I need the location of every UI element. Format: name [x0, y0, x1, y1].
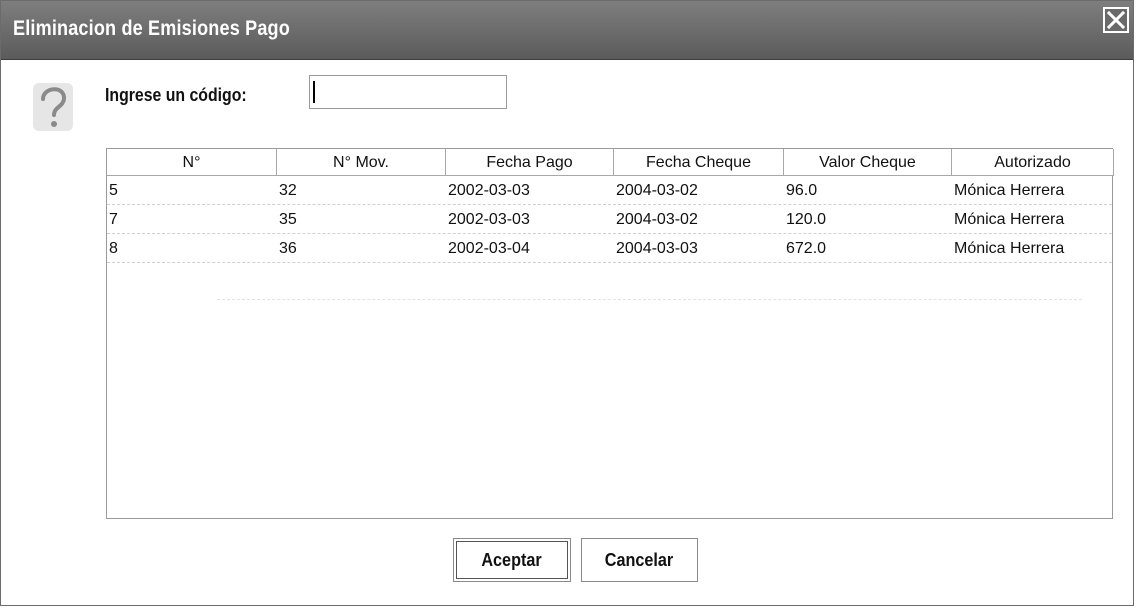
table-row[interactable]: 7 35 2002-03-03 2004-03-02 120.0 Mónica …	[107, 205, 1112, 234]
cell-fecha-cheque: 2004-03-02	[616, 211, 698, 228]
cell-fecha-pago: 2002-03-04	[448, 240, 530, 257]
column-header-valor-cheque[interactable]: Valor Cheque	[784, 149, 952, 176]
emissions-table[interactable]: N° N° Mov. Fecha Pago Fecha Cheque Valor…	[106, 148, 1114, 519]
cell-autorizado: Mónica Herrera	[954, 211, 1065, 228]
window-title: Eliminacion de Emisiones Pago	[13, 17, 290, 40]
cell-valor-cheque: 96.0	[786, 182, 818, 199]
column-header-n-mov[interactable]: N° Mov.	[277, 149, 446, 176]
dialog-window: Eliminacion de Emisiones Pago Ingrese un…	[0, 0, 1134, 606]
code-input[interactable]	[309, 75, 507, 109]
title-bar[interactable]: Eliminacion de Emisiones Pago	[1, 1, 1133, 60]
table-row[interactable]: 8 36 2002-03-04 2004-03-03 672.0 Mónica …	[107, 234, 1112, 263]
table-header: N° N° Mov. Fecha Pago Fecha Cheque Valor…	[107, 149, 1114, 176]
grid-line	[217, 299, 1082, 300]
cell-n: 5	[109, 182, 118, 199]
close-button[interactable]	[1103, 7, 1129, 33]
column-header-fecha-cheque[interactable]: Fecha Cheque	[614, 149, 784, 176]
cell-fecha-pago: 2002-03-03	[448, 211, 530, 228]
text-caret	[313, 81, 315, 103]
cell-valor-cheque: 120.0	[786, 211, 827, 228]
cancel-button[interactable]: Cancelar	[581, 538, 698, 582]
table-row[interactable]: 5 32 2002-03-03 2004-03-02 96.0 Mónica H…	[107, 176, 1112, 205]
cancel-button-label: Cancelar	[605, 550, 674, 570]
cell-fecha-cheque: 2004-03-02	[616, 182, 698, 199]
accept-button-label: Aceptar	[481, 550, 543, 570]
code-label: Ingrese un código:	[105, 85, 247, 105]
cell-n: 8	[109, 240, 118, 257]
column-header-fecha-pago[interactable]: Fecha Pago	[446, 149, 614, 176]
cell-n: 7	[109, 211, 118, 228]
column-header-autorizado[interactable]: Autorizado	[952, 149, 1114, 176]
cell-valor-cheque: 672.0	[786, 240, 827, 257]
cell-autorizado: Mónica Herrera	[954, 182, 1065, 199]
accept-button[interactable]: Aceptar	[453, 538, 571, 582]
cell-fecha-pago: 2002-03-03	[448, 182, 530, 199]
cell-fecha-cheque: 2004-03-03	[616, 240, 698, 257]
close-icon	[1106, 10, 1126, 30]
cell-n-mov: 32	[279, 182, 297, 199]
column-header-n[interactable]: N°	[107, 149, 277, 176]
cell-n-mov: 36	[279, 240, 297, 257]
cell-autorizado: Mónica Herrera	[954, 240, 1065, 257]
question-icon	[33, 83, 73, 131]
cell-n-mov: 35	[279, 211, 297, 228]
